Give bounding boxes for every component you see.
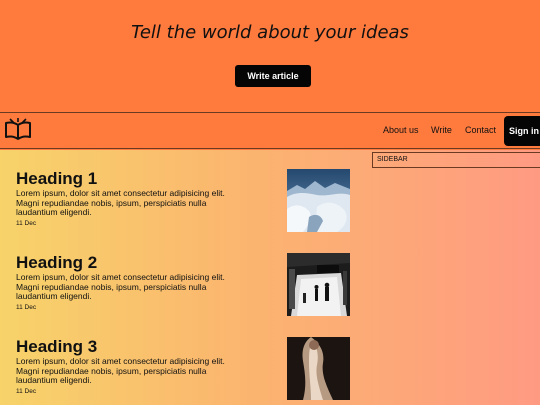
article-excerpt: Lorem ipsum, dolor sit amet consectetur … (16, 272, 225, 302)
snowy-landscape-image[interactable] (287, 169, 350, 232)
article-card[interactable]: Heading 3 Lorem ipsum, dolor sit amet co… (16, 337, 350, 405)
sign-in-button[interactable]: Sign in (504, 116, 540, 146)
article-card[interactable]: Heading 1 Lorem ipsum, dolor sit amet co… (16, 169, 350, 238)
hero-section: Tell the world about your ideas Write ar… (0, 0, 540, 112)
article-excerpt: Lorem ipsum, dolor sit amet consectetur … (16, 188, 225, 218)
main-content: SIDEBAR Heading 1 Lorem ipsum, dolor sit… (0, 150, 540, 405)
navbar: About us Write Contact Sign in (0, 112, 540, 149)
nav-contact[interactable]: Contact (465, 125, 496, 135)
write-article-button[interactable]: Write article (235, 65, 311, 87)
nav-about-us[interactable]: About us (383, 125, 419, 135)
veil-portrait-image[interactable] (287, 337, 350, 400)
article-card[interactable]: Heading 2 Lorem ipsum, dolor sit amet co… (16, 253, 350, 322)
sidebar: SIDEBAR (372, 152, 540, 168)
open-book-icon[interactable] (4, 118, 32, 142)
photo-studio-image[interactable] (287, 253, 350, 316)
article-excerpt: Lorem ipsum, dolor sit amet consectetur … (16, 356, 225, 386)
nav-write[interactable]: Write (431, 125, 452, 135)
hero-title: Tell the world about your ideas (131, 22, 409, 43)
